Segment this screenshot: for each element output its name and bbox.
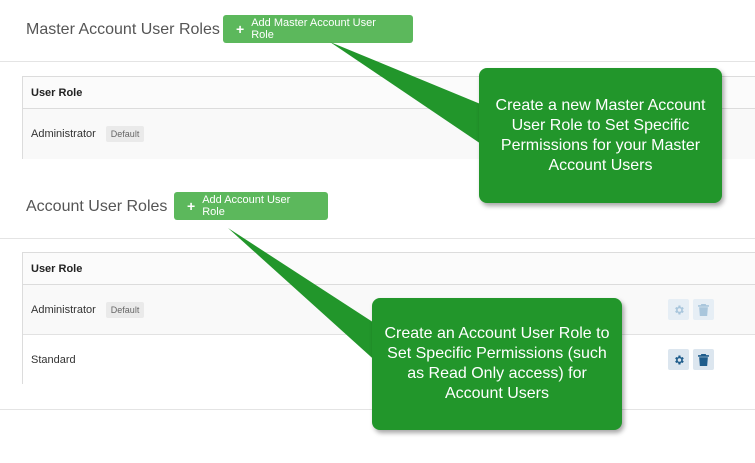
account-role-callout: Create an Account User Role to Set Speci… [372, 298, 622, 430]
master-callout-text: Create a new Master Account User Role to… [495, 96, 706, 174]
master-callout-pointer [330, 42, 495, 150]
account-callout-text: Create an Account User Role to Set Speci… [384, 325, 610, 402]
master-role-callout: Create a new Master Account User Role to… [479, 68, 722, 203]
account-callout-pointer [228, 228, 385, 365]
